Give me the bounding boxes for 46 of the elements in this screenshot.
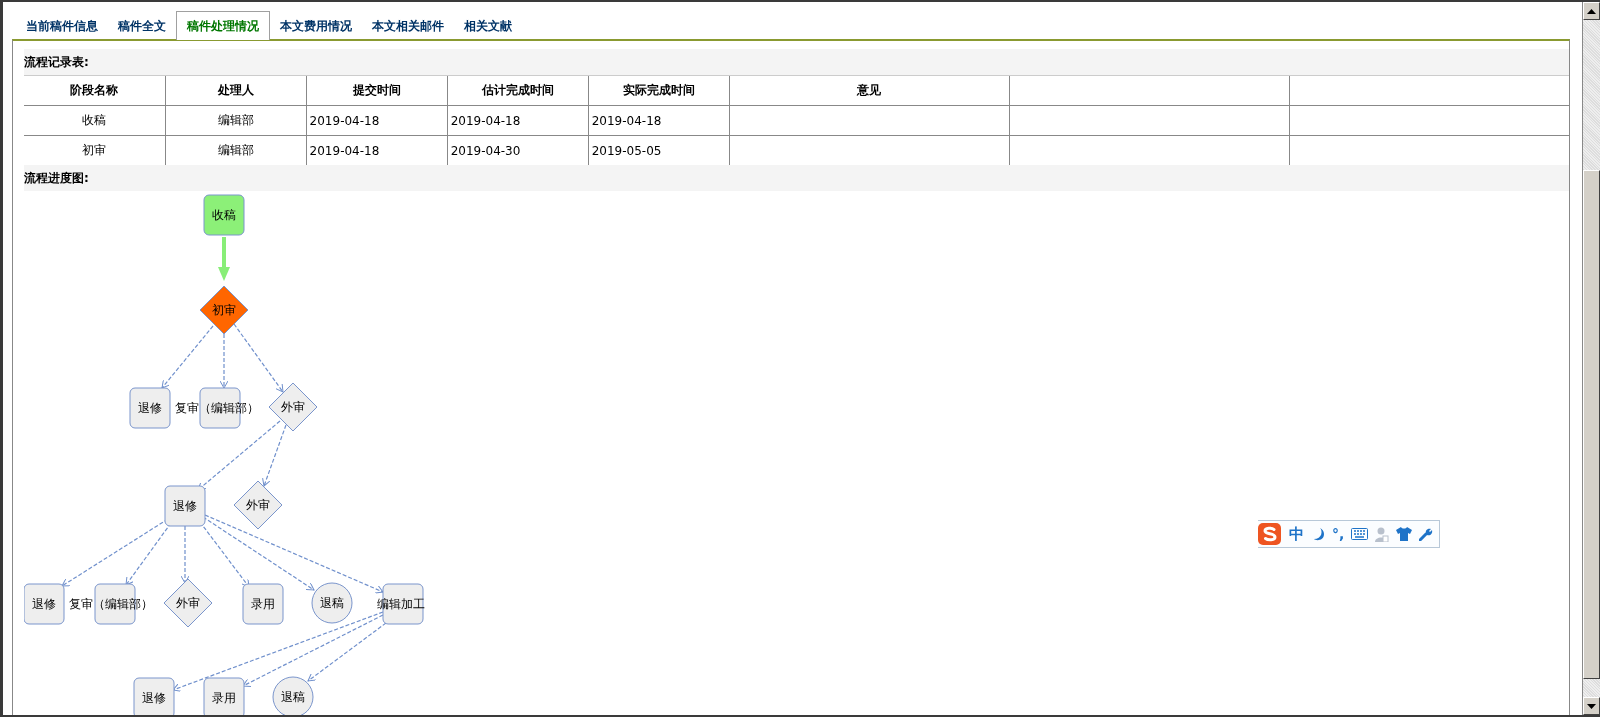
table-cell: 2019-04-18 [306,105,448,136]
column-header: 意见 [729,75,1010,106]
node-label: 复审（编辑部） [69,597,153,611]
wrench-icon[interactable] [1419,527,1434,541]
punctuation-toggle[interactable]: °, [1332,526,1345,542]
flow-node: 外审 [163,578,213,628]
node-label: 复审（编辑部） [175,401,259,415]
flow-node: 退稿 [272,676,314,715]
flow-node: 退修 [164,485,206,527]
column-header: 估计完成时间 [447,75,589,106]
table-cell: 收稿 [24,105,166,136]
scroll-down-button[interactable] [1583,697,1600,715]
flow-node: 外审 [233,480,283,530]
table-cell: 初审 [24,135,166,165]
flow-node: 录用 [203,677,245,715]
flow-node: 退稿 [311,582,353,624]
tab[interactable]: 稿件全文 [108,13,176,39]
tab[interactable]: 本文相关邮件 [362,13,454,39]
scrollbar[interactable] [1582,2,1600,715]
flow-node: 外审 [268,382,318,432]
tab[interactable]: 相关文献 [454,13,522,39]
table-cell: 编辑部 [165,105,307,136]
column-header: 处理人 [165,75,307,106]
flow-node: 收稿 [203,194,245,236]
flow-node: 录用 [242,583,284,625]
flow-node: 退修 [129,387,171,429]
keyboard-icon[interactable] [1351,528,1369,540]
flow-node: 退修 [133,677,175,715]
table-cell: 2019-04-18 [447,105,589,136]
tab[interactable]: 本文费用情况 [270,13,362,39]
scroll-up-button[interactable] [1583,2,1600,20]
scroll-thumb[interactable] [1583,170,1600,679]
arrow-up-icon [1587,8,1596,14]
column-header: 实际完成时间 [588,75,730,106]
arrow-down-icon [1587,703,1596,709]
section-heading: 流程记录表: [24,49,1569,75]
flow-node: 初审 [199,285,249,335]
shirt-icon[interactable] [1396,527,1413,541]
tab[interactable]: 当前稿件信息 [16,13,108,39]
input-mode-toggle[interactable]: 中 [1289,524,1304,544]
column-header: 阶段名称 [24,75,166,106]
tab[interactable]: 稿件处理情况 [176,11,270,40]
section-heading: 流程进度图: [24,165,1569,191]
table-cell: 2019-04-18 [588,105,730,136]
flow-node: 退修 [24,583,65,625]
column-header: 提交时间 [306,75,448,106]
